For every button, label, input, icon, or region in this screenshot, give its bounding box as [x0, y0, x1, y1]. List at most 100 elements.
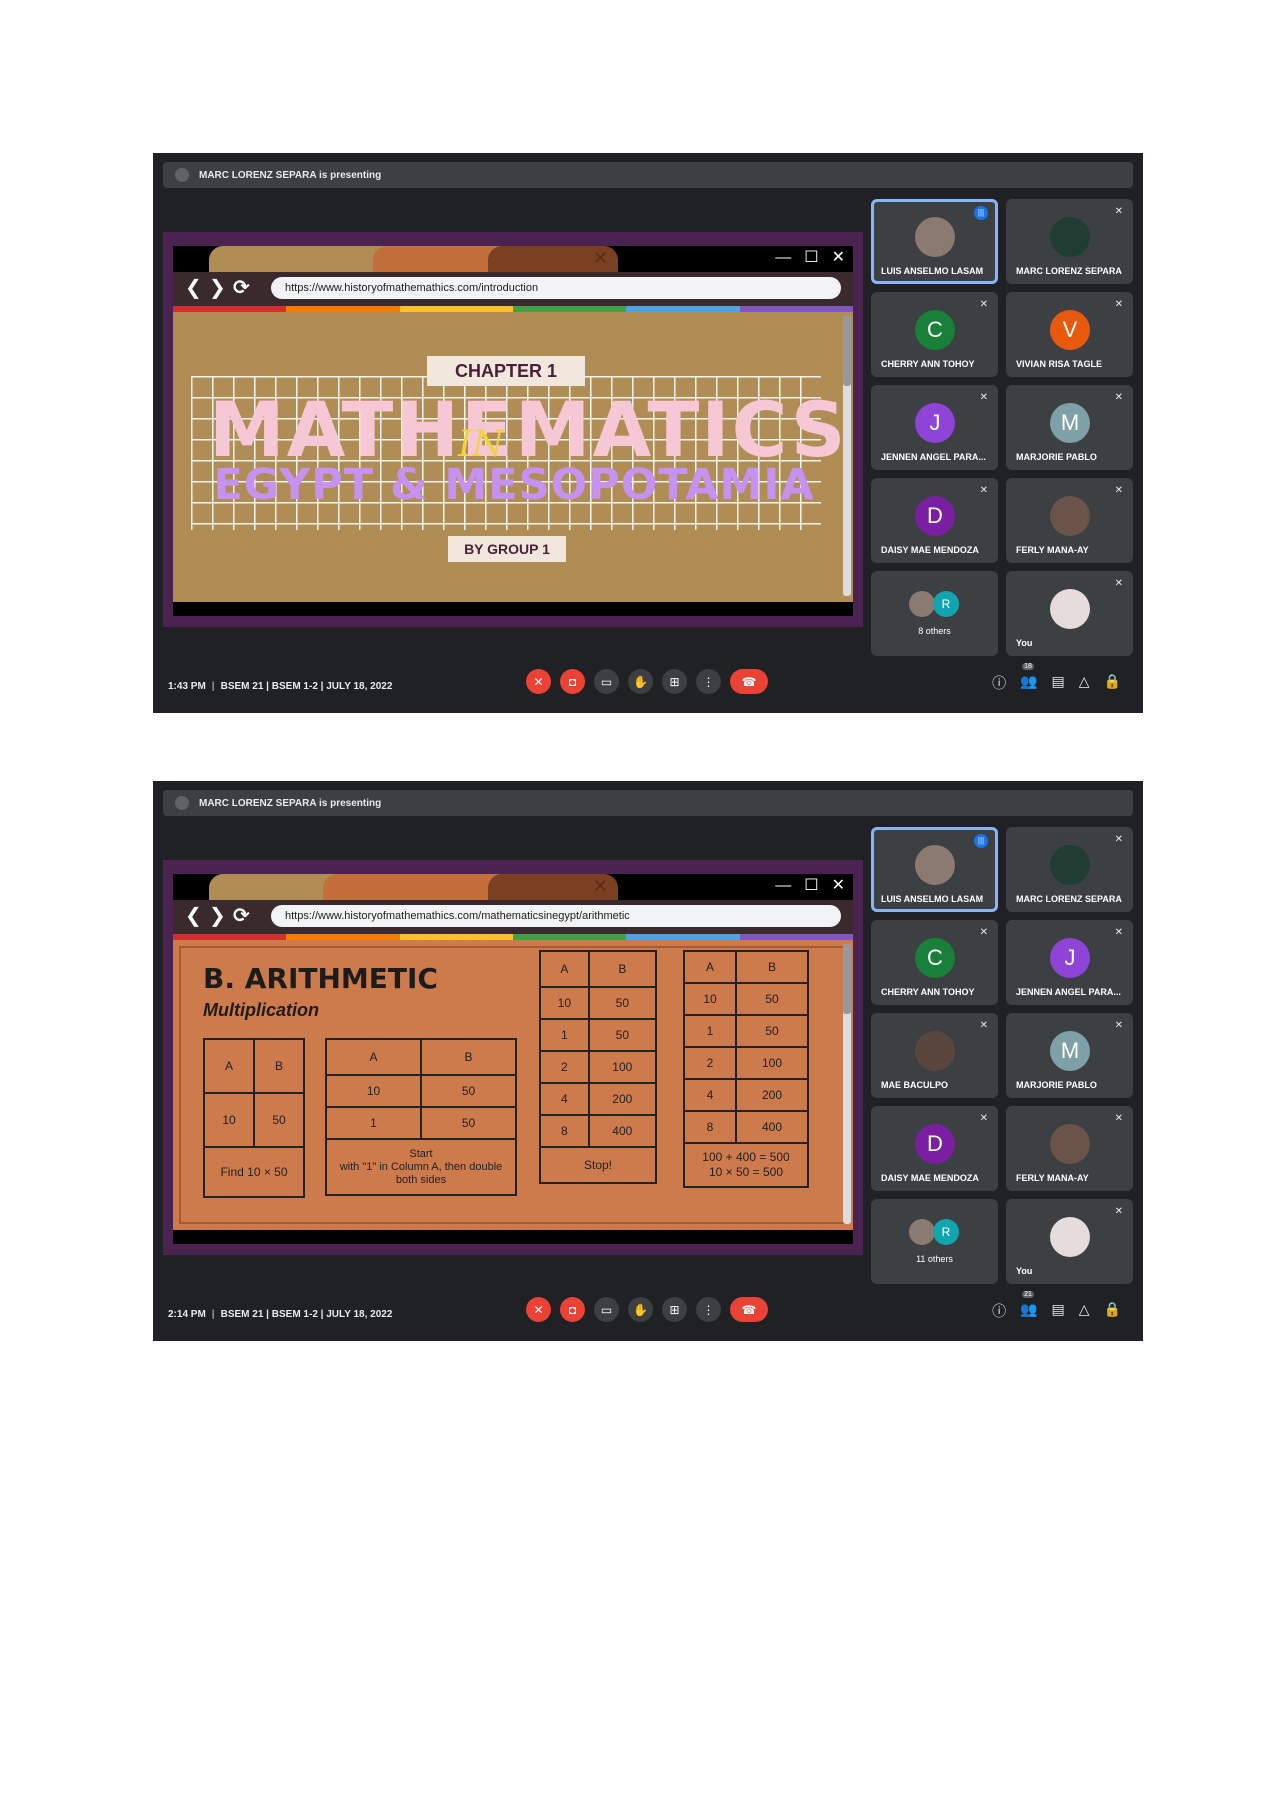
address-bar[interactable]: https://www.historyofmathemathics.com/in… [271, 277, 841, 299]
meeting-title: BSEM 21 | BSEM 1-2 | JULY 18, 2022 [220, 681, 393, 692]
info-icon[interactable]: ⓘ [992, 673, 1006, 693]
scrollbar[interactable] [843, 944, 851, 1224]
activities-icon[interactable]: △ [1079, 673, 1090, 693]
close-window-icon[interactable]: ✕ [832, 876, 845, 896]
back-icon[interactable]: ❮ [185, 277, 202, 299]
participant-tile[interactable]: ✕ MAE BACULPO [871, 1013, 998, 1098]
chat-icon[interactable]: ▤ [1052, 673, 1065, 693]
participant-tile[interactable]: ||| LUIS ANSELMO LASAM [871, 827, 998, 912]
presentation-stage: ✕ ✕ ✕ — ☐ ✕ ❮ ❯ ⟳ https://www.historyofm… [163, 232, 863, 627]
browser-tab[interactable]: ✕ [209, 246, 399, 272]
meeting-info: 2:14 PM | BSEM 21 | BSEM 1-2 | JULY 18, 20… [168, 1309, 393, 1320]
camera-off-icon[interactable]: ◘ [560, 1297, 585, 1322]
minimize-icon[interactable]: — [775, 876, 791, 896]
participant-name: VIVIAN RISA TAGLE [1016, 359, 1103, 369]
maximize-icon[interactable]: ☐ [804, 248, 818, 268]
maximize-icon[interactable]: ☐ [804, 876, 818, 896]
participant-name: MARJORIE PABLO [1016, 452, 1097, 462]
muted-mic-icon: ✕ [979, 299, 988, 310]
participant-tile[interactable]: ||| LUIS ANSELMO LASAM [871, 199, 998, 284]
participant-tile[interactable]: J ✕ JENNEN ANGEL PARA... [1006, 920, 1133, 1005]
close-tab-icon[interactable]: ✕ [593, 248, 608, 268]
others-avatar: R [933, 591, 959, 617]
participant-name: CHERRY ANN TOHOY [881, 987, 975, 997]
back-icon[interactable]: ❮ [185, 905, 202, 927]
minimize-icon[interactable]: — [775, 248, 791, 268]
table-doubling: AB 10 50 1 50 2 100 4 200 8 400 Stop! [539, 950, 658, 1184]
present-icon[interactable]: ⊞ [662, 669, 687, 694]
present-icon[interactable]: ⊞ [662, 1297, 687, 1322]
muted-mic-icon: ✕ [979, 1020, 988, 1031]
participant-tile[interactable]: M ✕ MARJORIE PABLO [1006, 1013, 1133, 1098]
participant-tile[interactable]: D ✕ DAISY MAE MENDOZA [871, 478, 998, 563]
participant-tile[interactable]: M ✕ MARJORIE PABLO [1006, 385, 1133, 470]
muted-mic-icon: ✕ [1114, 1206, 1123, 1217]
slide-main-title: MATHEMATICS [209, 385, 848, 474]
participant-avatar: M [1050, 403, 1090, 443]
info-icon[interactable]: ⓘ [992, 1301, 1006, 1321]
raise-hand-icon[interactable]: ✋ [628, 1297, 653, 1322]
end-call-icon[interactable]: ☎ [730, 669, 768, 694]
others-avatar: R [933, 1219, 959, 1245]
captions-icon[interactable]: ▭ [594, 669, 619, 694]
captions-icon[interactable]: ▭ [594, 1297, 619, 1322]
more-options-icon[interactable]: ⋮ [696, 1297, 721, 1322]
close-tab-icon[interactable]: ✕ [593, 876, 608, 896]
presenting-banner: MARC LORENZ SEPARA is presenting [163, 162, 1133, 188]
address-bar[interactable]: https://www.historyofmathemathics.com/ma… [271, 905, 841, 927]
browser-tab[interactable]: ✕ [323, 874, 513, 900]
end-call-icon[interactable]: ☎ [730, 1297, 768, 1322]
others-photo [909, 1219, 935, 1245]
activities-icon[interactable]: △ [1079, 1301, 1090, 1321]
participant-tile[interactable]: ✕ MARC LORENZ SEPARA [1006, 199, 1133, 284]
slide-byline: BY GROUP 1 [448, 536, 566, 562]
others-tile[interactable]: R 8 others [871, 571, 998, 656]
self-photo [1050, 589, 1090, 629]
participant-photo [915, 845, 955, 885]
presenting-text: MARC LORENZ SEPARA is presenting [199, 170, 382, 181]
participant-tile[interactable]: ✕ MARC LORENZ SEPARA [1006, 827, 1133, 912]
participant-photo [915, 217, 955, 257]
chat-icon[interactable]: ▤ [1052, 1301, 1065, 1321]
scrollbar[interactable] [843, 316, 851, 596]
reload-icon[interactable]: ⟳ [233, 277, 250, 299]
reload-icon[interactable]: ⟳ [233, 905, 250, 927]
muted-mic-icon: ✕ [979, 927, 988, 938]
participant-name: MARC LORENZ SEPARA [1016, 894, 1122, 904]
forward-icon[interactable]: ❯ [209, 277, 226, 299]
participant-avatar: C [915, 938, 955, 978]
participant-avatar: V [1050, 310, 1090, 350]
muted-mic-icon: ✕ [1114, 927, 1123, 938]
people-icon[interactable]: 👥 18 [1020, 663, 1038, 693]
participant-tile[interactable]: C ✕ CHERRY ANN TOHOY [871, 292, 998, 377]
people-count-badge: 21 [1022, 1291, 1034, 1298]
participant-tile[interactable]: J ✕ JENNEN ANGEL PARA... [871, 385, 998, 470]
participant-tile[interactable]: ✕ FERLY MANA-AY [1006, 478, 1133, 563]
close-window-icon[interactable]: ✕ [832, 248, 845, 268]
people-icon[interactable]: 👥 21 [1020, 1291, 1038, 1321]
chapter-label: CHAPTER 1 [427, 356, 585, 386]
self-tile[interactable]: ✕ You [1006, 571, 1133, 656]
participant-tile[interactable]: D ✕ DAISY MAE MENDOZA [871, 1106, 998, 1191]
muted-mic-icon: ✕ [979, 1113, 988, 1124]
participant-tile[interactable]: C ✕ CHERRY ANN TOHOY [871, 920, 998, 1005]
host-controls-icon[interactable]: 🔒 [1104, 673, 1121, 693]
camera-off-icon[interactable]: ◘ [560, 669, 585, 694]
forward-icon[interactable]: ❯ [209, 905, 226, 927]
participant-tile[interactable]: V ✕ VIVIAN RISA TAGLE [1006, 292, 1133, 377]
browser-tab[interactable]: ✕ [488, 874, 618, 900]
browser-tab[interactable]: ✕ [488, 246, 618, 272]
self-tile[interactable]: ✕ You [1006, 1199, 1133, 1284]
meet-screenshot-2: MARC LORENZ SEPARA is presenting ✕ ✕ — ☐… [153, 781, 1143, 1341]
mic-off-icon[interactable]: ✕ [526, 1297, 551, 1322]
host-controls-icon[interactable]: 🔒 [1104, 1301, 1121, 1321]
more-options-icon[interactable]: ⋮ [696, 669, 721, 694]
participant-tile[interactable]: ✕ FERLY MANA-AY [1006, 1106, 1133, 1191]
raise-hand-icon[interactable]: ✋ [628, 669, 653, 694]
presenter-avatar [175, 796, 189, 810]
participant-name: FERLY MANA-AY [1016, 1173, 1089, 1183]
others-tile[interactable]: R 11 others [871, 1199, 998, 1284]
participant-avatar: D [915, 496, 955, 536]
mic-off-icon[interactable]: ✕ [526, 669, 551, 694]
others-photo [909, 591, 935, 617]
